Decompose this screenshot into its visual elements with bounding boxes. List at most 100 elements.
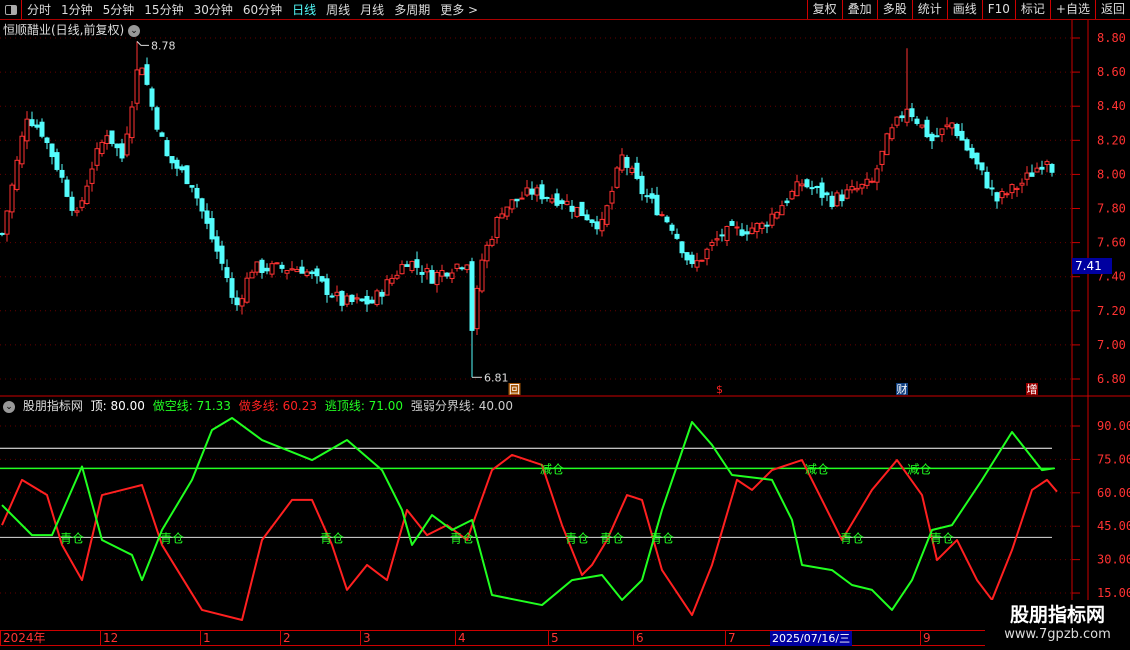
candle-body [529,188,535,195]
candle-body [719,234,725,237]
candle-body [984,171,990,189]
candle-body [644,195,650,198]
price-axis-label: 8.00 [1097,167,1126,181]
candle-body [159,132,165,137]
candle-body [989,187,995,190]
candle-body [99,141,105,155]
date-label: 6 [633,631,644,646]
boundary-line-label: 强弱分界线: 40.00 [410,399,514,413]
chart-canvas: 8.808.608.408.208.007.807.607.407.207.00… [0,20,1130,630]
candle-body [774,211,780,219]
candle-body [559,200,565,205]
candle-body [844,189,850,199]
candle-body [214,236,220,252]
candle-body [569,205,575,212]
candle-body [639,175,645,195]
indicator-axis-label: 75.00 [1097,452,1130,466]
candle-body [764,224,770,227]
signal-label: 减仓 [907,462,931,476]
candle-body [459,267,465,270]
candle-body [734,226,740,229]
candle-body [4,210,10,235]
candle-body [419,271,425,275]
price-axis-label: 8.60 [1097,65,1126,79]
candle-body [849,186,855,191]
candle-body [509,199,515,210]
price-axis-label: 7.80 [1097,202,1126,216]
escape-line-label: 逃顶线: 71.00 [324,399,404,413]
top-label: 顶: 80.00 [90,399,145,413]
chevron-down-icon[interactable]: ⌄ [3,400,15,413]
candle-body [19,135,25,165]
date-label: 1 [200,631,211,646]
date-label: 4 [455,631,466,646]
candle-body [94,148,100,166]
candle-body [244,277,250,303]
candle-body [604,205,610,225]
candle-body [914,118,920,124]
candle-body [499,213,505,219]
candle-body [624,157,630,168]
candle-body [379,291,385,297]
candle-body [319,276,325,282]
candle-body [804,179,810,188]
event-marker-0: 回 [509,383,520,396]
candle-body [649,193,655,199]
candle-body [754,222,760,233]
candle-body [1004,193,1010,196]
candle-body [329,295,335,298]
candle-body [494,216,500,238]
candle-body [629,167,635,173]
candle-body [249,271,255,279]
candle-body [839,194,845,202]
candle-body [1039,166,1045,170]
candle-body [69,196,75,211]
candle-body [434,271,440,286]
low-price-label: 6.81 [484,371,509,384]
candle-body [164,140,170,157]
candle-body [969,147,975,159]
candle-body [874,168,880,183]
candle-body [309,271,315,275]
candle-body [954,123,960,137]
candle-body [474,287,480,330]
candle-body [699,259,705,262]
candle-body [1049,163,1055,173]
candle-body [484,244,490,262]
candle-body [144,64,150,85]
indicator-axis-label: 45.00 [1097,519,1130,533]
candle-body [834,192,840,207]
candle-body [814,186,820,189]
candle-body [444,272,450,277]
date-label: 7 [725,631,736,646]
candle-body [759,222,765,230]
signal-label: 青仓 [650,531,674,545]
candle-body [824,192,830,196]
candle-body [859,183,865,189]
candle-body [684,252,690,261]
candle-body [79,200,85,208]
candle-body [399,264,405,275]
candle-body [709,242,715,246]
candle-body [964,139,970,151]
candle-body [174,159,180,169]
indicator-axis-label: 15.00 [1097,586,1130,600]
candle-body [614,167,620,188]
candle-body [299,266,305,274]
candle-body [414,259,420,268]
candle-body [724,225,730,242]
candle-body [1014,187,1020,190]
candle-body [369,299,375,304]
candle-body [634,162,640,179]
candle-body [209,218,215,240]
short-line-label: 做空线: 71.33 [152,399,231,413]
candle-body [579,201,585,217]
candle-body [779,205,785,216]
watermark-title: 股朋指标网 [1009,604,1105,626]
price-axis-label: 6.80 [1097,372,1126,386]
candle-body [169,156,175,164]
watermark-logo: 股朋指标网 www.7gpzb.com [985,600,1130,650]
candle-body [1009,184,1015,194]
candle-body [259,259,265,273]
candle-body [454,263,460,269]
